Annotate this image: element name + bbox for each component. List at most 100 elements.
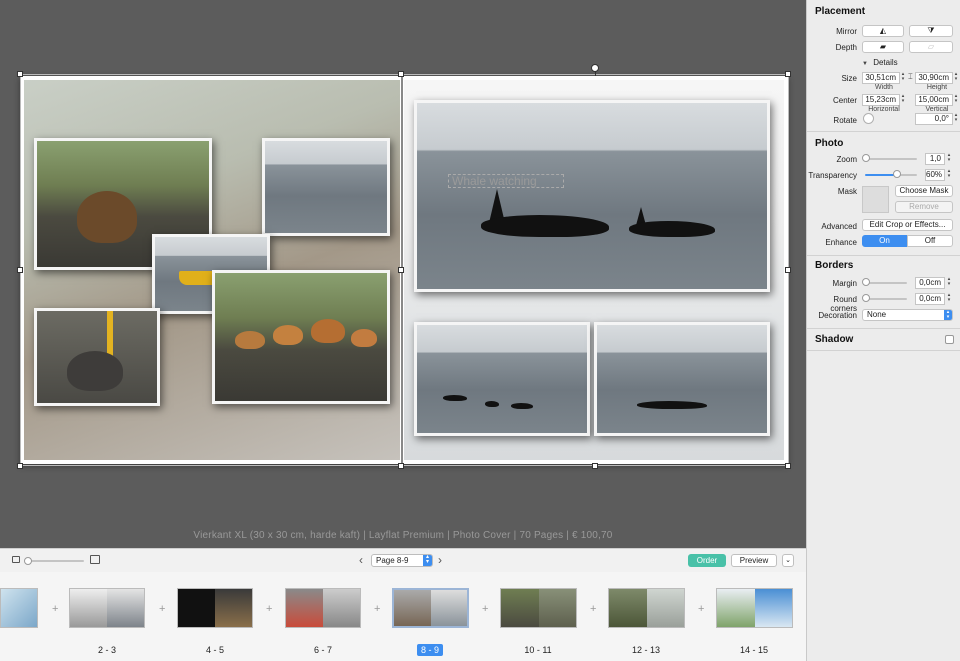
rotate-field[interactable]: 0,0° — [915, 113, 953, 125]
bottom-toolbar: ‹ Page 8-9 ▴ ▾ › Order Preview ⌄ — [0, 548, 806, 572]
text-box-title[interactable]: Whale watching — [448, 174, 564, 188]
add-page-plus-icon[interactable]: + — [698, 603, 704, 615]
thumbnail-spread-12-13[interactable] — [608, 588, 685, 628]
photo-orcas-small-left[interactable] — [414, 322, 590, 436]
vertical-stepper-icon[interactable]: ▴ ▾ — [953, 94, 959, 106]
photo-sea-lion-dock[interactable] — [34, 308, 160, 406]
order-button[interactable]: Order — [688, 554, 726, 567]
more-options-chevron-down-icon[interactable]: ⌄ — [782, 554, 794, 567]
vertical-caption: Vertical — [925, 106, 949, 113]
transparency-slider-knob[interactable] — [893, 170, 901, 178]
section-title-shadow: Shadow — [815, 334, 854, 345]
margin-slider-knob[interactable] — [862, 278, 870, 286]
zoom-stepper-icon[interactable]: ▴ ▾ — [946, 153, 952, 165]
next-page-chevron-icon[interactable]: › — [438, 553, 442, 567]
rotate-stepper-icon[interactable]: ▴ ▾ — [953, 113, 959, 125]
width-stepper-icon[interactable]: ▴ ▾ — [900, 72, 906, 84]
round-corners-slider[interactable] — [865, 298, 907, 300]
height-stepper-icon[interactable]: ▴ ▾ — [953, 72, 959, 84]
add-page-plus-icon[interactable]: + — [590, 603, 596, 615]
transparency-field[interactable]: 60% — [925, 169, 945, 181]
mirror-vertical-button[interactable]: ⧩ — [909, 25, 953, 37]
resize-handle-mr[interactable] — [785, 267, 791, 273]
enhance-on-toggle[interactable]: On — [862, 235, 907, 247]
photo-orca-spout[interactable] — [594, 322, 770, 436]
thumbnail-spread-6-7[interactable] — [285, 588, 361, 628]
photo-orcas-large[interactable] — [414, 100, 770, 292]
thumbnail-label: 14 - 15 — [739, 645, 769, 655]
resize-handle-mm[interactable] — [398, 267, 404, 273]
zoom-field[interactable]: 1,0 — [925, 153, 945, 165]
resize-handle-tm[interactable] — [398, 71, 404, 77]
send-backward-button[interactable]: ▱ — [909, 41, 953, 53]
orca-body — [629, 221, 715, 237]
shadow-checkbox[interactable] — [945, 335, 954, 344]
thumbnail-spread-4-5[interactable] — [177, 588, 253, 628]
orca-body — [443, 395, 467, 401]
thumbnail-size-slider[interactable] — [26, 560, 84, 562]
section-divider — [807, 131, 960, 132]
thumbnail-spread-2-3[interactable] — [69, 588, 145, 628]
vertical-field[interactable]: 15,00cm — [915, 94, 953, 106]
horizontal-field[interactable]: 15,23cm — [862, 94, 900, 106]
thumb-left — [70, 589, 107, 627]
thumbnail-spread-14-15[interactable] — [716, 588, 793, 628]
orca-body — [481, 215, 609, 237]
photo-bird-water[interactable] — [262, 138, 390, 236]
page-selector-dropdown[interactable]: Page 8-9 ▴ ▾ — [371, 554, 433, 567]
horizontal-caption: Horizontal — [868, 106, 900, 113]
resize-handle-ml[interactable] — [17, 267, 23, 273]
add-page-plus-icon[interactable]: + — [52, 603, 58, 615]
right-page[interactable] — [404, 80, 784, 460]
width-field[interactable]: 30,51cm — [862, 72, 900, 84]
resize-handle-tr[interactable] — [785, 71, 791, 77]
thumb-left — [178, 589, 215, 627]
section-title-borders: Borders — [815, 260, 854, 271]
transparency-slider[interactable] — [865, 174, 917, 176]
preview-button[interactable]: Preview — [731, 554, 777, 567]
thumbnail-spread-8-9[interactable] — [392, 588, 469, 628]
horizontal-stepper-icon[interactable]: ▴ ▾ — [900, 94, 906, 106]
decoration-dropdown[interactable]: None ▴ ▾ — [862, 309, 953, 321]
resize-handle-tl[interactable] — [17, 71, 23, 77]
details-disclosure[interactable]: ▼ Details — [862, 58, 898, 67]
mask-label: Mask — [837, 187, 857, 196]
resize-handle-bm[interactable] — [398, 463, 404, 469]
remove-mask-button[interactable]: Remove — [895, 201, 953, 213]
add-page-plus-icon[interactable]: + — [374, 603, 380, 615]
photo-sea-lions-group[interactable] — [212, 270, 390, 404]
round-corners-stepper-icon[interactable]: ▴ ▾ — [946, 293, 952, 305]
add-page-plus-icon[interactable]: + — [159, 603, 165, 615]
link-dimensions-icon[interactable]: ⌶ — [908, 72, 913, 82]
margin-field[interactable]: 0,0cm — [915, 277, 945, 289]
margin-stepper-icon[interactable]: ▴ ▾ — [946, 277, 952, 289]
left-page[interactable] — [24, 80, 400, 460]
rotate-handle[interactable] — [591, 64, 599, 72]
thumbnail-cover[interactable] — [0, 588, 38, 628]
margin-slider[interactable] — [865, 282, 907, 284]
zoom-slider-knob[interactable] — [862, 154, 870, 162]
add-page-plus-icon[interactable]: + — [482, 603, 488, 615]
thumbnail-size-knob[interactable] — [24, 557, 32, 565]
mirror-horizontal-button[interactable]: ◭ — [862, 25, 904, 37]
photobook-spread[interactable]: Whale watching — [20, 76, 788, 464]
resize-handle-bl[interactable] — [17, 463, 23, 469]
transparency-stepper-icon[interactable]: ▴ ▾ — [946, 169, 952, 181]
rotate-dial-icon[interactable] — [863, 113, 874, 124]
resize-handle-br[interactable] — [785, 463, 791, 469]
zoom-slider[interactable] — [865, 158, 917, 160]
mask-preview[interactable] — [862, 186, 889, 213]
enhance-off-toggle[interactable]: Off — [907, 235, 953, 247]
thumb-right — [538, 589, 576, 627]
round-corners-slider-knob[interactable] — [862, 294, 870, 302]
add-page-plus-icon[interactable]: + — [266, 603, 272, 615]
height-field[interactable]: 30,90cm — [915, 72, 953, 84]
choose-mask-button[interactable]: Choose Mask — [895, 185, 953, 197]
resize-handle-bmr[interactable] — [592, 463, 598, 469]
bring-forward-button[interactable]: ▰ — [862, 41, 904, 53]
round-corners-field[interactable]: 0,0cm — [915, 293, 945, 305]
edit-crop-effects-button[interactable]: Edit Crop or Effects... — [862, 219, 953, 231]
previous-page-chevron-icon[interactable]: ‹ — [359, 553, 363, 567]
editor-canvas[interactable]: Whale watching Vierkant XL (30 x 30 cm, … — [0, 0, 806, 548]
thumbnail-spread-10-11[interactable] — [500, 588, 577, 628]
